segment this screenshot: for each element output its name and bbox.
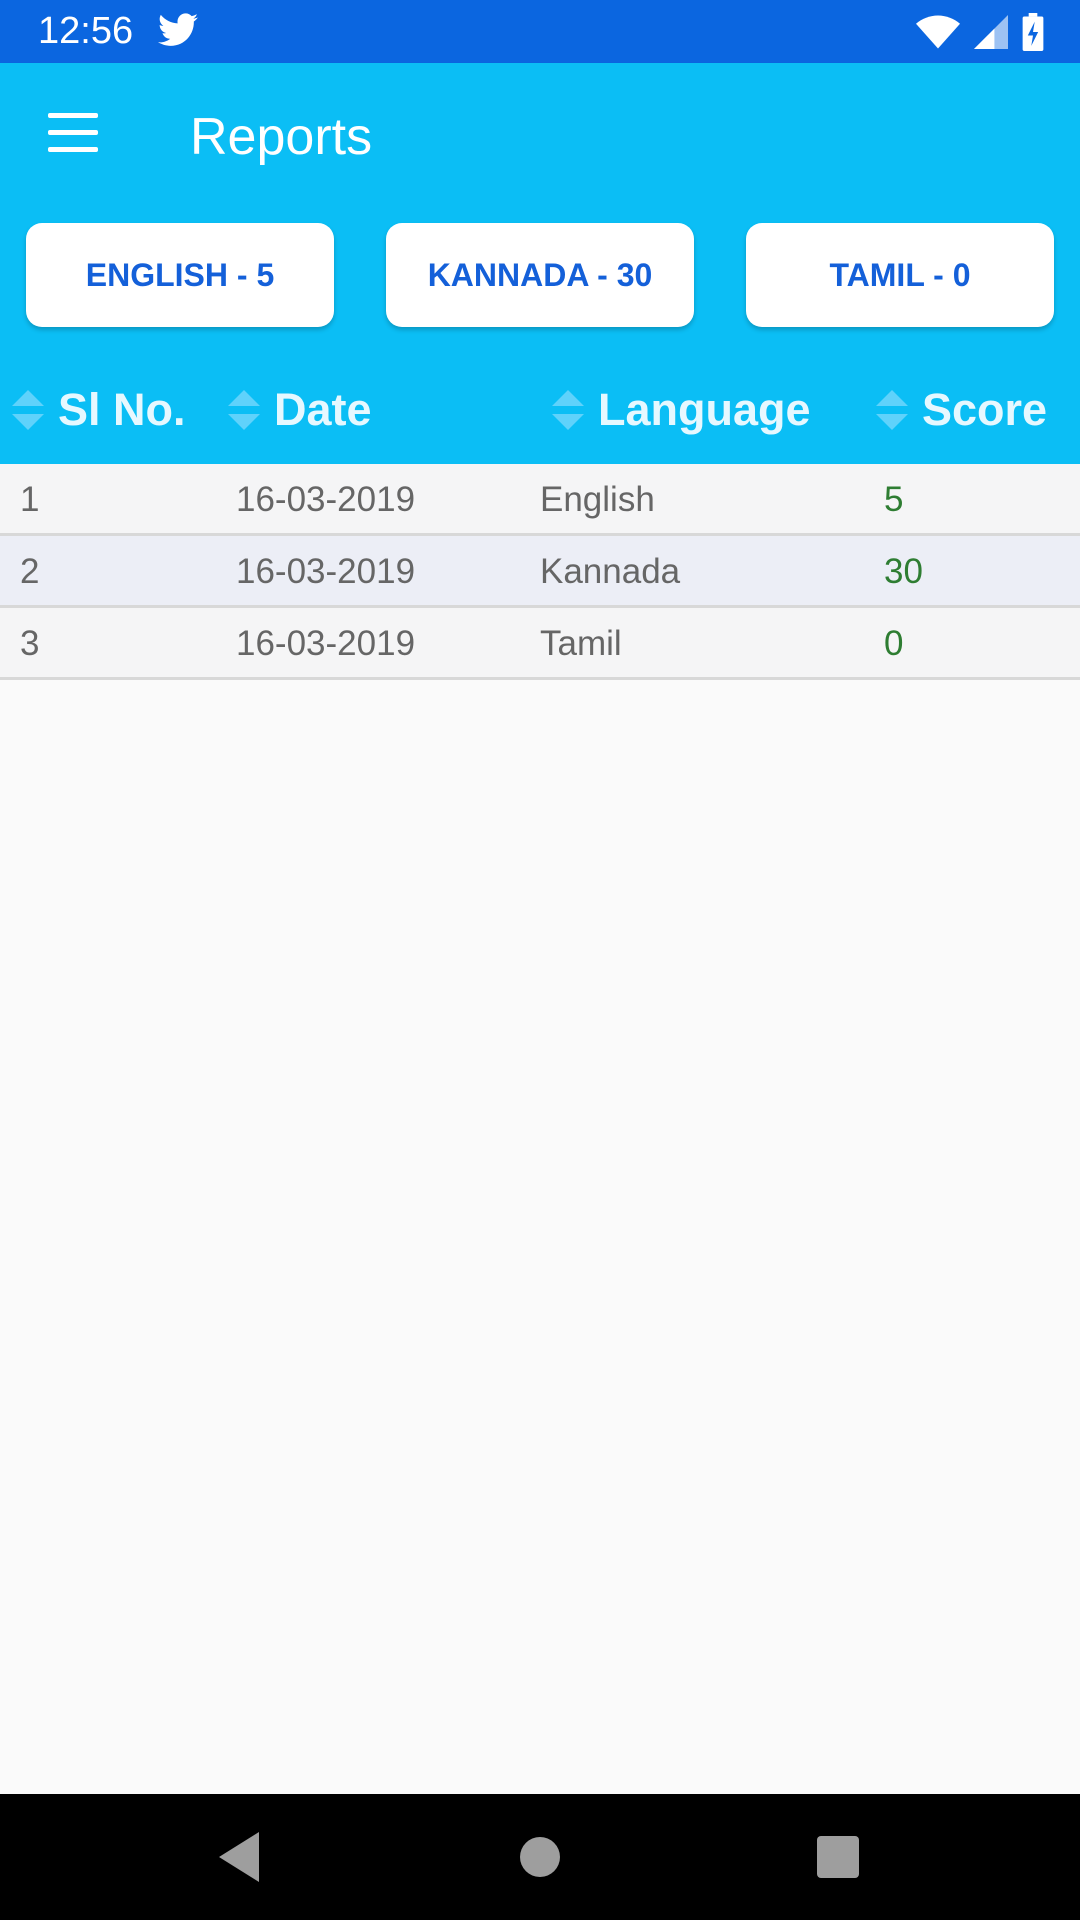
header-label: Sl No.	[58, 384, 186, 435]
cell-sl-no: 2	[20, 552, 40, 591]
cell-date: 16-03-2019	[236, 552, 416, 591]
twitter-icon	[158, 13, 198, 46]
sort-icon	[12, 390, 44, 430]
kannada-button[interactable]: KANNADA - 30	[386, 223, 694, 327]
status-time: 12:56	[38, 10, 134, 52]
app-bar: Reports	[0, 63, 1080, 211]
back-icon[interactable]	[205, 1824, 275, 1890]
sort-icon	[552, 390, 584, 430]
cell-score: 30	[884, 552, 923, 591]
english-button[interactable]: ENGLISH - 5	[26, 223, 334, 327]
cell-date: 16-03-2019	[236, 480, 416, 519]
cell-score: 0	[884, 624, 904, 663]
page-title: Reports	[190, 108, 373, 166]
status-icons	[916, 12, 1044, 52]
cell-score: 5	[884, 480, 904, 519]
home-icon[interactable]	[505, 1824, 575, 1890]
battery-charging-icon	[1022, 13, 1044, 51]
header-label: Language	[598, 384, 811, 435]
language-summary: ENGLISH - 5 KANNADA - 30 TAMIL - 0 Sl No…	[0, 211, 1080, 464]
navigation-bar	[0, 1794, 1080, 1920]
wifi-icon	[916, 15, 960, 49]
header-sl-no[interactable]: Sl No.	[12, 356, 186, 464]
header-language[interactable]: Language	[552, 356, 811, 464]
signal-icon	[974, 15, 1008, 49]
cell-sl-no: 3	[20, 624, 40, 663]
sort-icon	[876, 390, 908, 430]
table-row[interactable]: 2 16-03-2019 Kannada 30	[0, 536, 1080, 608]
header-date[interactable]: Date	[228, 356, 372, 464]
table-row[interactable]: 3 16-03-2019 Tamil 0	[0, 608, 1080, 680]
header-score[interactable]: Score	[876, 356, 1047, 464]
status-bar: 12:56	[0, 0, 1080, 63]
header-label: Date	[274, 384, 372, 435]
cell-sl-no: 1	[20, 480, 40, 519]
recents-icon[interactable]	[803, 1824, 873, 1890]
report-table: 1 16-03-2019 English 5 2 16-03-2019 Kann…	[0, 464, 1080, 680]
cell-date: 16-03-2019	[236, 624, 416, 663]
table-row[interactable]: 1 16-03-2019 English 5	[0, 464, 1080, 536]
cell-language: Tamil	[540, 624, 622, 663]
header-label: Score	[922, 384, 1048, 435]
sort-icon	[228, 390, 260, 430]
cell-language: Kannada	[540, 552, 681, 591]
hamburger-menu-icon[interactable]	[40, 111, 104, 163]
tamil-button[interactable]: TAMIL - 0	[746, 223, 1054, 327]
cell-language: English	[540, 480, 655, 519]
table-header: Sl No. Date Language Score	[0, 356, 1080, 464]
